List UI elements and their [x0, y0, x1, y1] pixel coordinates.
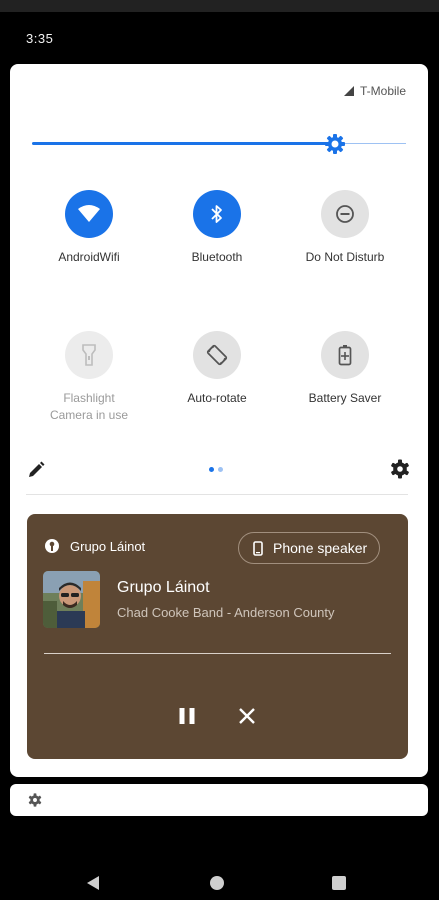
edit-icon[interactable] — [26, 460, 46, 480]
signal-icon — [343, 86, 354, 96]
phone-icon — [253, 540, 263, 556]
device-frame-top — [0, 0, 439, 12]
tile-wifi[interactable]: AndroidWifi — [29, 190, 149, 266]
podcast-app-icon — [45, 539, 59, 553]
tile-bluetooth[interactable]: Bluetooth — [157, 190, 277, 266]
collapsed-notification-bar[interactable] — [10, 784, 428, 816]
recents-icon[interactable] — [332, 876, 346, 890]
page-dot-active — [209, 467, 214, 472]
media-progress-bar[interactable] — [44, 653, 391, 654]
brightness-track-filled — [32, 142, 335, 145]
small-gear-icon[interactable] — [28, 793, 42, 807]
auto-rotate-icon — [206, 344, 228, 366]
tile-do-not-disturb[interactable]: Do Not Disturb — [285, 190, 405, 266]
brightness-thumb-icon[interactable] — [325, 134, 345, 154]
track-title: Grupo Láinot — [117, 579, 210, 596]
do-not-disturb-icon — [336, 205, 354, 223]
navigation-bar — [0, 866, 439, 900]
wifi-icon — [78, 205, 100, 222]
bluetooth-tile-label: Bluetooth — [191, 250, 243, 264]
battery-saver-icon — [338, 345, 352, 366]
settings-gear-icon[interactable] — [390, 459, 410, 479]
track-artist: Chad Cooke Band - Anderson County — [117, 605, 335, 620]
brightness-slider[interactable] — [32, 132, 406, 156]
battery-saver-tile-label: Battery Saver — [308, 391, 382, 405]
album-art — [43, 571, 100, 628]
battery-saver-tile-button[interactable] — [321, 331, 369, 379]
dnd-tile-button[interactable] — [321, 190, 369, 238]
media-app-row: Grupo Láinot — [44, 538, 145, 554]
wifi-tile-button[interactable] — [65, 190, 113, 238]
tile-flashlight[interactable]: Flashlight Camera in use — [29, 331, 149, 424]
flashlight-tile-button[interactable] — [65, 331, 113, 379]
auto-rotate-tile-label: Auto-rotate — [187, 391, 247, 405]
tile-battery-saver[interactable]: Battery Saver — [285, 331, 405, 407]
back-icon[interactable] — [86, 875, 100, 891]
flashlight-icon — [82, 344, 96, 366]
output-device-chip[interactable]: Phone speaker — [238, 532, 381, 564]
output-device-label: Phone speaker — [273, 540, 368, 556]
bluetooth-tile-button[interactable] — [193, 190, 241, 238]
carrier-indicator: T-Mobile — [343, 84, 406, 98]
auto-rotate-tile-button[interactable] — [193, 331, 241, 379]
album-art-image — [43, 571, 100, 628]
close-icon[interactable] — [236, 705, 258, 727]
quick-settings-panel: T-Mobile AndroidWifi Bluetooth Do Not Di… — [10, 64, 428, 777]
flashlight-tile-sublabel: Camera in use — [49, 408, 129, 422]
home-icon[interactable] — [210, 876, 224, 890]
flashlight-tile-label: Flashlight — [63, 391, 115, 405]
carrier-name: T-Mobile — [359, 84, 406, 98]
dnd-tile-label: Do Not Disturb — [305, 250, 385, 264]
tile-auto-rotate[interactable]: Auto-rotate — [157, 331, 277, 407]
wifi-tile-label: AndroidWifi — [58, 250, 120, 264]
status-time: 3:35 — [26, 31, 54, 46]
brightness-track-empty — [335, 143, 406, 144]
media-app-name: Grupo Láinot — [70, 538, 146, 554]
page-indicator — [209, 467, 223, 472]
bluetooth-icon — [211, 205, 222, 223]
media-player-card[interactable]: Grupo Láinot Phone speaker Grupo Láinot … — [27, 514, 408, 759]
page-dot-inactive — [218, 467, 223, 472]
pause-icon[interactable] — [176, 705, 198, 727]
divider — [26, 494, 408, 495]
